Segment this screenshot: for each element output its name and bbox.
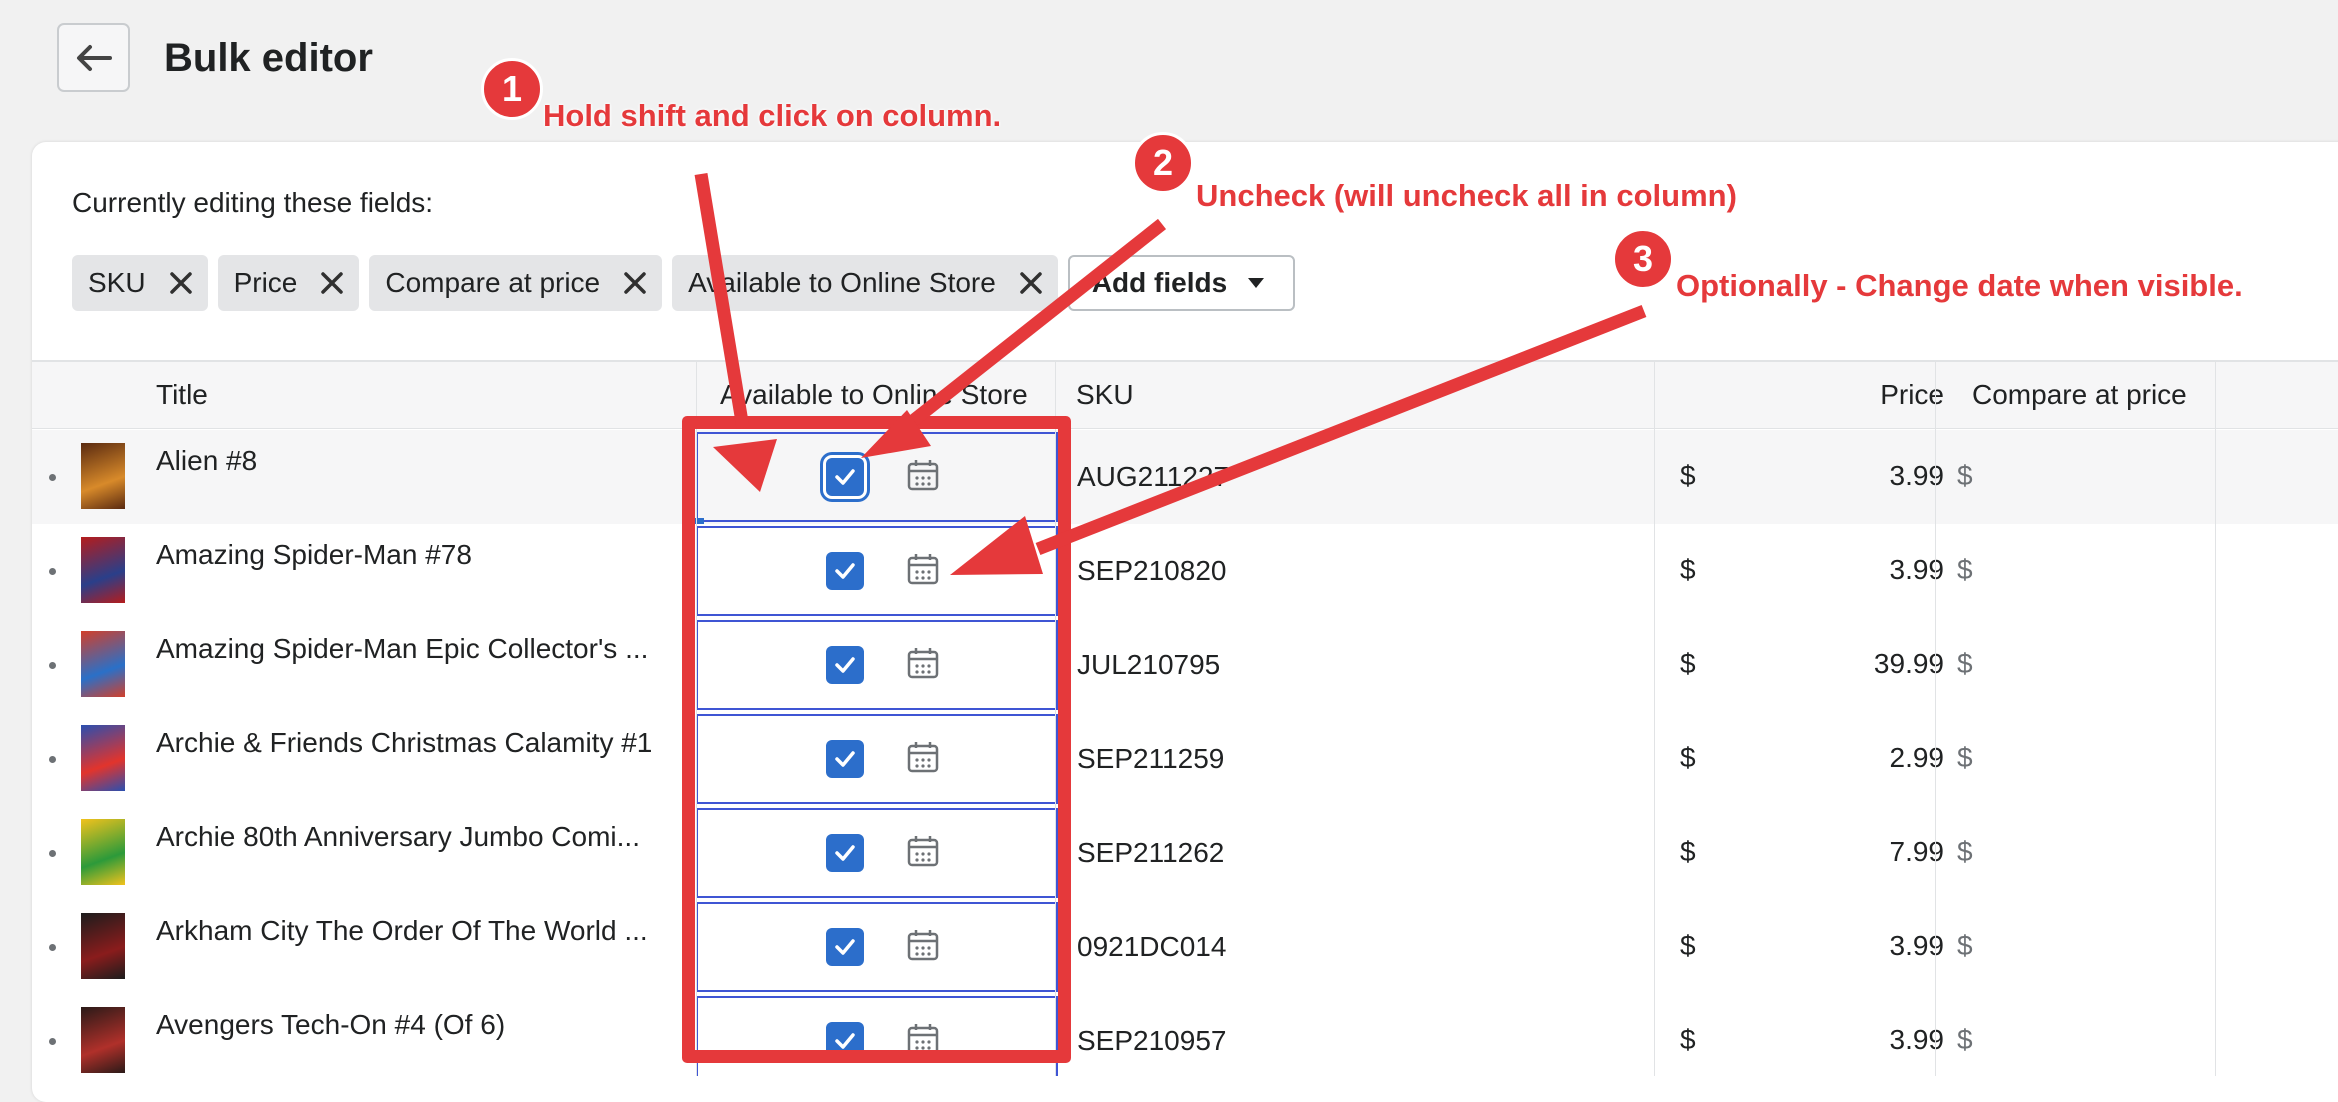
annotation-text-3: Optionally - Change date when visible. [1676,268,2243,303]
annotation-marker-2: 2 [1132,132,1194,194]
annotation-text-2: Uncheck (will uncheck all in column) [1196,178,1737,213]
annotation-marker-1: 1 [481,58,543,120]
annotation-text-1: Hold shift and click on column. [543,98,1002,133]
annotation-marker-3: 3 [1612,228,1674,290]
